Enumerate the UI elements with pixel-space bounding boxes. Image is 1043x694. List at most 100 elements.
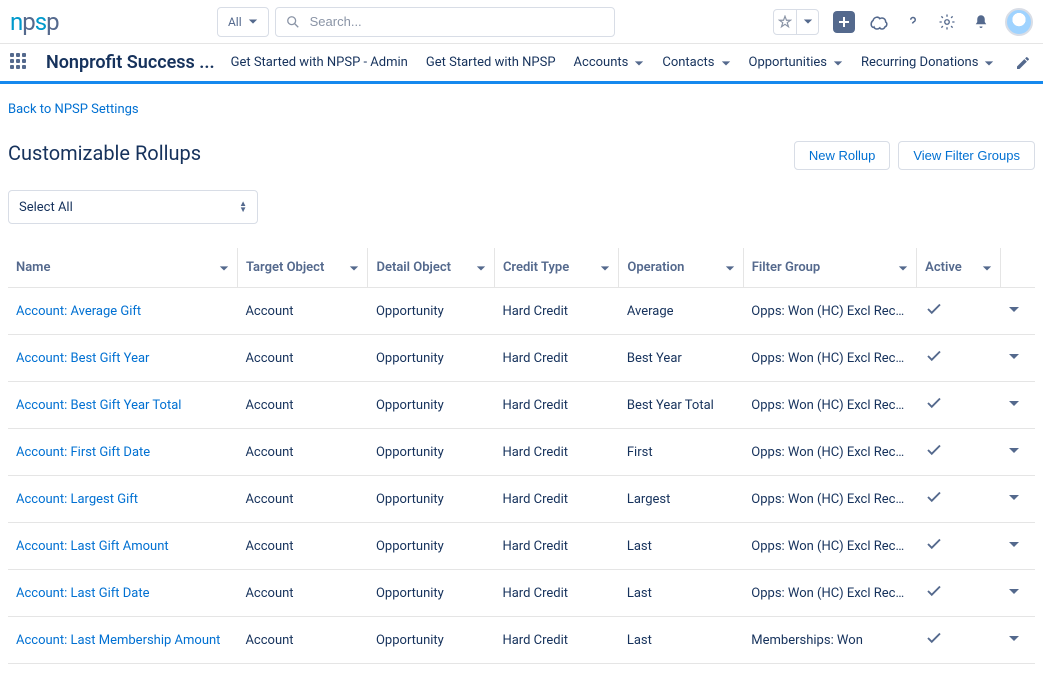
cell-name: Account: First Gift Date (8, 429, 237, 476)
rollup-name-link[interactable]: Account: First Gift Date (16, 445, 150, 460)
logo-letter-p2: p (46, 8, 58, 36)
search-input[interactable] (308, 13, 604, 30)
cell-credit: Hard Credit (494, 288, 618, 335)
cell-target: Account (237, 523, 368, 570)
nav-item[interactable]: Get Started with NPSP (426, 55, 556, 70)
table-row: Account: Last Membership AmountAccountOp… (8, 617, 1035, 664)
row-action-menu-icon[interactable] (1008, 303, 1020, 315)
col-active[interactable]: Active (917, 248, 1001, 288)
row-action-menu-icon[interactable] (1008, 585, 1020, 597)
row-action-menu-icon[interactable] (1008, 632, 1020, 644)
cell-actions[interactable] (1000, 382, 1035, 429)
help-icon[interactable] (903, 12, 923, 32)
check-icon (925, 582, 943, 600)
cell-active (917, 288, 1001, 335)
cell-target: Account (237, 476, 368, 523)
cell-credit: Hard Credit (494, 429, 618, 476)
cell-filter: Opps: Won (HC) Excl RecT... (743, 382, 916, 429)
rollup-name-link[interactable]: Account: Best Gift Year Total (16, 398, 181, 413)
cell-detail: Opportunity (368, 617, 494, 664)
cell-operation: Best Year Total (619, 382, 743, 429)
nav-item-label: Opportunities (749, 55, 827, 70)
cell-actions[interactable] (1000, 335, 1035, 382)
col-name[interactable]: Name (8, 248, 237, 288)
cell-credit: Hard Credit (494, 335, 618, 382)
nav-item[interactable]: Recurring Donations (861, 55, 994, 70)
global-search[interactable] (275, 7, 615, 37)
cell-actions[interactable] (1000, 288, 1035, 335)
cell-actions[interactable] (1000, 523, 1035, 570)
chevron-down-icon (725, 263, 735, 273)
app-name: Nonprofit Success ... (46, 52, 215, 73)
col-filter-label: Filter Group (752, 260, 820, 275)
star-icon[interactable] (774, 10, 796, 34)
cell-actions[interactable] (1000, 476, 1035, 523)
check-icon (925, 347, 943, 365)
back-to-settings-link[interactable]: Back to NPSP Settings (8, 102, 139, 117)
cell-target: Account (237, 288, 368, 335)
check-icon (925, 394, 943, 412)
cell-actions[interactable] (1000, 429, 1035, 476)
row-action-menu-icon[interactable] (1008, 397, 1020, 409)
col-detail[interactable]: Detail Object (368, 248, 494, 288)
cell-active (917, 523, 1001, 570)
row-action-menu-icon[interactable] (1008, 444, 1020, 456)
cell-name: Account: Average Gift (8, 288, 237, 335)
page-actions: New Rollup View Filter Groups (794, 141, 1035, 170)
filter-select-label: Select All (19, 200, 73, 215)
cell-actions[interactable] (1000, 617, 1035, 664)
cell-active (917, 382, 1001, 429)
salesforce-help-icon[interactable] (869, 12, 889, 32)
rollup-name-link[interactable]: Account: Last Gift Amount (16, 539, 169, 554)
nav-item[interactable]: Opportunities (749, 55, 843, 70)
cell-active (917, 335, 1001, 382)
rollup-name-link[interactable]: Account: Average Gift (16, 304, 141, 319)
view-filter-groups-button[interactable]: View Filter Groups (898, 141, 1035, 170)
favorites[interactable] (773, 9, 819, 35)
col-filter[interactable]: Filter Group (743, 248, 916, 288)
row-action-menu-icon[interactable] (1008, 538, 1020, 550)
nav-item[interactable]: Accounts (574, 55, 645, 70)
cell-filter: Opps: Won (HC) Excl RecT... (743, 570, 916, 617)
col-active-label: Active (925, 260, 962, 275)
app-navbar: Nonprofit Success ... Get Started with N… (0, 44, 1043, 84)
cell-detail: Opportunity (368, 523, 494, 570)
col-detail-label: Detail Object (376, 260, 451, 275)
global-actions-button[interactable] (833, 11, 855, 33)
cell-credit: Hard Credit (494, 476, 618, 523)
filter-select[interactable]: Select All ▲▼ (8, 190, 258, 224)
row-action-menu-icon[interactable] (1008, 350, 1020, 362)
cell-detail: Opportunity (368, 570, 494, 617)
global-search-area: All (59, 7, 773, 37)
cell-target: Account (237, 429, 368, 476)
nav-item[interactable]: Contacts (662, 55, 730, 70)
row-action-menu-icon[interactable] (1008, 491, 1020, 503)
chevron-down-icon (248, 17, 258, 27)
cell-actions[interactable] (1000, 570, 1035, 617)
col-credit[interactable]: Credit Type (494, 248, 618, 288)
col-target-label: Target Object (246, 260, 324, 275)
notifications-bell-icon[interactable] (971, 12, 991, 32)
user-avatar[interactable] (1005, 8, 1033, 36)
nav-item-label: Accounts (574, 55, 629, 70)
rollup-name-link[interactable]: Account: Best Gift Year (16, 351, 149, 366)
new-rollup-button[interactable]: New Rollup (794, 141, 890, 170)
nav-item-label: Get Started with NPSP (426, 55, 556, 70)
col-operation[interactable]: Operation (619, 248, 743, 288)
cell-detail: Opportunity (368, 476, 494, 523)
rollup-name-link[interactable]: Account: Last Gift Date (16, 586, 150, 601)
edit-nav-icon[interactable] (1013, 53, 1033, 73)
app-launcher-icon[interactable] (10, 53, 30, 73)
nav-item-label: Contacts (662, 55, 714, 70)
nav-item[interactable]: Get Started with NPSP - Admin (231, 55, 408, 70)
check-icon (925, 535, 943, 553)
object-switcher[interactable]: All (217, 7, 269, 37)
cell-name: Account: Largest Gift (8, 476, 237, 523)
rollup-name-link[interactable]: Account: Largest Gift (16, 492, 138, 507)
favorites-dropdown[interactable] (796, 10, 818, 34)
col-target[interactable]: Target Object (237, 248, 368, 288)
cell-credit: Hard Credit (494, 523, 618, 570)
setup-gear-icon[interactable] (937, 12, 957, 32)
rollup-name-link[interactable]: Account: Last Membership Amount (16, 633, 220, 648)
cell-name: Account: Last Gift Amount (8, 523, 237, 570)
